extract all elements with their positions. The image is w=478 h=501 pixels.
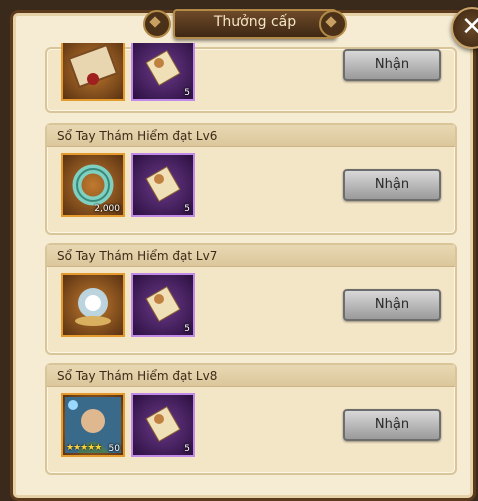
close-icon: ✕ [461,12,478,42]
reward-list[interactable]: 5 Nhận Sổ Tay Thám Hiểm đạt Lv6 2,000 5 [35,43,465,483]
reward-item-jade-ring[interactable]: 2,000 [61,153,125,217]
reward-item-scroll[interactable]: 5 [131,273,195,337]
item-count: 5 [184,88,190,98]
item-count: 5 [184,444,190,454]
reward-item-scroll[interactable]: 5 [131,43,195,101]
reward-row: Sổ Tay Thám Hiểm đạt Lv8 ★★★★★ 50 5 Nhận [45,363,457,475]
item-count: 5 [184,204,190,214]
reward-row: Sổ Tay Thám Hiểm đạt Lv7 5 Nhận [45,243,457,355]
item-count: 5 [184,324,190,334]
reward-row: 5 Nhận [45,43,457,113]
row-title: Sổ Tay Thám Hiểm đạt Lv6 [47,125,455,147]
claim-button[interactable]: Nhận [343,289,441,321]
item-count: 50 [108,444,120,454]
reward-item-scroll-box[interactable] [61,43,125,101]
claim-button[interactable]: Nhận [343,409,441,441]
reward-item-hero-portrait[interactable]: ★★★★★ 50 [61,393,125,457]
reward-item-scroll[interactable]: 5 [131,153,195,217]
reward-item-scroll[interactable]: 5 [131,393,195,457]
panel-title: Thưởng cấp [173,9,337,39]
header-ornament-right-icon [319,10,347,38]
row-title: Sổ Tay Thám Hiểm đạt Lv8 [47,365,455,387]
scroll-box-icon [67,43,119,89]
star-rating: ★★★★★ [66,443,102,453]
item-count: 2,000 [94,204,120,214]
reward-item-blue-crystal[interactable] [61,273,125,337]
reward-panel: Thưởng cấp ✕ 5 Nhận Sổ Tay Thám Hiểm đạt… [10,7,478,501]
claim-button[interactable]: Nhận [343,169,441,201]
reward-row: Sổ Tay Thám Hiểm đạt Lv6 2,000 5 Nhận [45,123,457,235]
header-ornament-left-icon [143,10,171,38]
claim-button[interactable]: Nhận [343,49,441,81]
blue-crystal-icon [75,288,111,326]
row-title: Sổ Tay Thám Hiểm đạt Lv7 [47,245,455,267]
